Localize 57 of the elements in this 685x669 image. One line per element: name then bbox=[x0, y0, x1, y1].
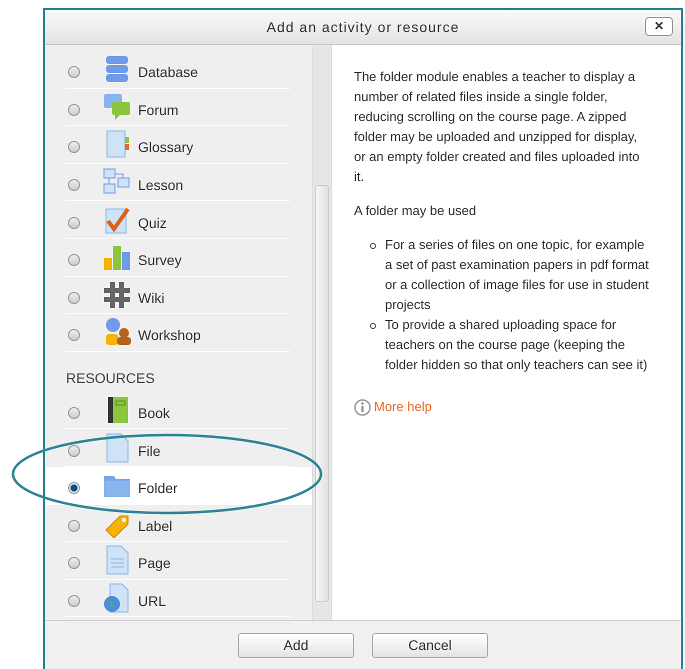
list-row[interactable]: Lesson bbox=[65, 164, 290, 202]
selected-row[interactable]: Folder bbox=[45, 466, 312, 505]
radio-button[interactable] bbox=[68, 595, 80, 608]
radio-button[interactable] bbox=[68, 329, 80, 342]
item-label: Label bbox=[138, 518, 172, 534]
item-label: URL bbox=[138, 593, 166, 610]
bullet-icon bbox=[370, 243, 376, 249]
description-text: The folder module enables a teacher to display a number of related files inside a single folder, reducing scrolling on the course page. A zipped folder may be uploaded and unzipped for display, or an empty folder created and files uploaded into it. bbox=[354, 68, 640, 186]
list-row[interactable]: Label bbox=[65, 504, 290, 542]
radio-button[interactable] bbox=[68, 292, 80, 304]
radio-button[interactable] bbox=[68, 179, 80, 192]
list-row[interactable]: URL bbox=[65, 580, 290, 618]
close-button[interactable]: ✕ bbox=[645, 17, 673, 36]
cancel-button[interactable]: Cancel bbox=[372, 632, 488, 658]
description-text: A folder may be used bbox=[354, 202, 478, 220]
list-row[interactable]: Database bbox=[65, 51, 290, 89]
list-row[interactable]: Page bbox=[65, 542, 290, 580]
list-row[interactable]: Book bbox=[65, 392, 290, 430]
item-label: File bbox=[138, 442, 161, 459]
section-heading: RESOURCES bbox=[66, 370, 155, 386]
item-label: Folder bbox=[138, 480, 178, 496]
scrollbar-thumb[interactable] bbox=[315, 185, 329, 602]
item-label: Book bbox=[138, 405, 170, 422]
radio-button[interactable] bbox=[68, 216, 80, 229]
item-label: Lesson bbox=[138, 177, 184, 194]
item-label: Survey bbox=[138, 252, 182, 268]
list-row[interactable]: Forum bbox=[65, 88, 290, 126]
bullet-text: To provide a shared uploading space for teachers on the course page (keeping the folder hidden so that only teachers can see it) bbox=[385, 316, 648, 374]
bullet-icon bbox=[370, 323, 376, 329]
radio-button[interactable] bbox=[68, 104, 80, 116]
item-label: Quiz bbox=[138, 214, 167, 231]
radio-button[interactable] bbox=[68, 66, 80, 78]
radio-button[interactable] bbox=[68, 444, 80, 457]
add-button[interactable]: Add bbox=[238, 632, 354, 658]
item-label: Workshop bbox=[138, 327, 201, 344]
list-row[interactable]: Quiz bbox=[65, 201, 290, 239]
dialog-title: Add an activity or resource bbox=[266, 19, 460, 35]
scrollbar[interactable] bbox=[312, 45, 331, 620]
list-row[interactable]: Wiki bbox=[65, 276, 290, 314]
item-label: Database bbox=[138, 64, 198, 80]
hash-icon bbox=[102, 280, 132, 310]
item-label: Page bbox=[138, 555, 171, 572]
list-row[interactable]: Survey bbox=[65, 238, 290, 277]
radio-button[interactable] bbox=[68, 557, 80, 570]
item-label: Glossary bbox=[138, 139, 194, 156]
item-label: Forum bbox=[138, 102, 178, 118]
radio-button[interactable] bbox=[68, 520, 80, 532]
radio-button[interactable] bbox=[68, 407, 80, 420]
info-icon bbox=[354, 398, 371, 416]
radio-button[interactable] bbox=[68, 482, 80, 494]
item-label: Wiki bbox=[138, 290, 164, 306]
chat-bubbles-icon bbox=[102, 92, 132, 122]
radio-button[interactable] bbox=[68, 254, 80, 266]
list-row[interactable]: Glossary bbox=[65, 126, 290, 164]
list-row[interactable]: Workshop bbox=[65, 314, 290, 352]
radio-button[interactable] bbox=[68, 141, 80, 154]
bullet-text: For a series of files on one topic, for example a set of past examination papers in pdf format or a collection of image files for use in student projects bbox=[385, 236, 650, 314]
